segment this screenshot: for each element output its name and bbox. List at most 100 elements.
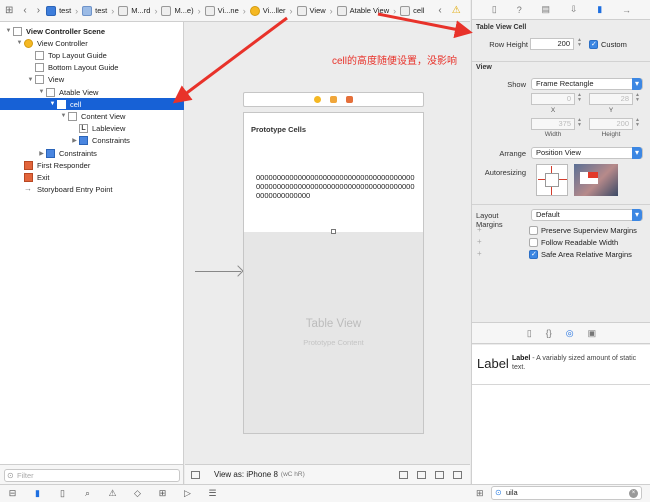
outline-row[interactable]: First Responder (0, 159, 184, 171)
disclosure-triangle-icon[interactable]: ▼ (15, 40, 24, 46)
safe-area-relative-margins-checkbox[interactable] (529, 250, 538, 259)
outline-row[interactable]: L Lableview (0, 123, 184, 135)
outline-row[interactable]: ▼ View Controller Scene (0, 25, 184, 37)
x-stepper[interactable]: ▲ ▼ (576, 93, 583, 105)
align-icon[interactable] (417, 470, 426, 479)
custom-checkbox[interactable] (589, 40, 598, 49)
disclosure-triangle-icon[interactable]: ▶ (70, 137, 79, 144)
outline-arrow-icon: → (24, 184, 32, 194)
disclosure-triangle-icon[interactable]: ▶ (37, 150, 46, 157)
disclosure-triangle-icon[interactable]: ▼ (37, 89, 46, 95)
prev-issue-icon[interactable]: ‹ (433, 5, 446, 16)
height-stepper[interactable]: ▲ ▼ (634, 118, 641, 130)
resolve-issues-icon[interactable] (453, 470, 462, 479)
layout-margins-select[interactable]: Default (531, 209, 643, 221)
symbol-navigator-icon[interactable]: ▯ (50, 488, 75, 499)
media-library-icon[interactable]: ▣ (588, 328, 597, 339)
crumb-cell[interactable]: cell (399, 5, 425, 16)
outline-row[interactable]: Exit (0, 171, 184, 183)
cell-label-text[interactable]: 0000000000000000000000000000000000000000… (256, 173, 418, 200)
arrange-select[interactable]: Position View (531, 147, 643, 159)
attributes-inspector-icon[interactable]: ⇩ (570, 4, 578, 15)
next-issue-icon[interactable]: › (466, 5, 470, 16)
disclosure-triangle-icon[interactable]: ▼ (48, 101, 57, 107)
outline-row[interactable]: Top Layout Guide (0, 49, 184, 61)
find-navigator-icon[interactable]: ⌕ (75, 488, 100, 499)
identity-inspector-icon[interactable]: ▤ (542, 4, 551, 15)
view-controller-scene[interactable]: Prototype Cells 000000000000000000000000… (243, 112, 424, 434)
crumb-scene[interactable]: Vi...ne (204, 5, 240, 16)
storyboard-entry-arrow[interactable] (195, 271, 241, 272)
plus-icon[interactable]: + (477, 225, 482, 234)
width-stepper[interactable]: ▲ ▼ (576, 118, 583, 130)
view-controller-icon[interactable] (314, 96, 321, 103)
autoresizing-mask-control[interactable] (536, 164, 568, 196)
disclosure-triangle-icon[interactable]: ▼ (4, 28, 13, 34)
code-snippet-icon[interactable]: {} (546, 328, 552, 338)
breakpoint-navigator-icon[interactable]: ▷ (175, 488, 200, 499)
first-responder-icon[interactable] (330, 96, 337, 103)
y-stepper[interactable]: ▲ ▼ (634, 93, 641, 105)
outline-row[interactable]: ▼ cell (0, 98, 184, 111)
y-field[interactable]: 28 (589, 93, 633, 105)
follow-readable-width-checkbox[interactable] (529, 238, 538, 247)
outline-row[interactable]: ▼ View (0, 74, 184, 86)
crumb-project[interactable]: test (45, 5, 72, 16)
outline-row[interactable]: ▶ Constraints (0, 147, 184, 159)
crumb-storyboard[interactable]: M...rd (117, 5, 151, 16)
back-icon[interactable]: ‹ (18, 5, 31, 16)
sidebar-toggle-icon[interactable] (191, 470, 200, 479)
disclosure-triangle-icon[interactable]: ▼ (26, 77, 35, 83)
plus-icon[interactable]: + (477, 237, 482, 246)
outline-row[interactable]: ▶ Constraints (0, 135, 184, 147)
connections-inspector-icon[interactable]: → (622, 5, 631, 15)
crumb-folder[interactable]: test (81, 5, 108, 16)
show-select[interactable]: Frame Rectangle (531, 78, 643, 90)
crumb-table-view[interactable]: Atable View (336, 5, 390, 16)
inspector-tabs: ▯ ? ▤ ⇩ ▮ → (472, 0, 650, 20)
file-inspector-icon[interactable]: ▯ (492, 4, 497, 15)
filter-input[interactable]: Filter (4, 469, 180, 482)
jump-bar: ⊞ ‹ › test › test › M...rd › M...e) › Vi...n… (0, 0, 470, 22)
width-field[interactable]: 375 (531, 118, 575, 130)
row-height-stepper[interactable]: ▲ ▼ (576, 38, 583, 50)
clear-search-icon[interactable]: × (629, 489, 638, 498)
size-inspector-icon[interactable]: ▮ (597, 4, 602, 15)
pin-icon[interactable] (435, 470, 444, 479)
library-grid-icon[interactable]: ⊞ (476, 488, 484, 499)
source-control-icon[interactable]: ▮ (25, 488, 50, 499)
forward-icon[interactable]: › (32, 5, 45, 16)
update-frames-icon[interactable] (399, 470, 408, 479)
grid-icon[interactable]: ⊞ (0, 5, 18, 16)
view-as-label[interactable]: View as: iPhone 8 (214, 470, 278, 479)
exit-icon[interactable] (346, 96, 353, 103)
outline-row[interactable]: ▼ Content View (0, 110, 184, 122)
outline-row[interactable]: ▼ View Controller (0, 37, 184, 49)
file-template-icon[interactable]: ▯ (527, 328, 532, 339)
test-navigator-icon[interactable]: ◇ (125, 488, 150, 499)
issue-navigator-icon[interactable]: ⚠ (100, 488, 125, 499)
report-navigator-icon[interactable]: ☰ (200, 488, 225, 499)
row-height-field[interactable]: 200 (530, 38, 574, 50)
warning-icon[interactable]: ⚠ (447, 5, 466, 16)
quick-help-icon[interactable]: ? (517, 5, 522, 15)
crumb-storyboard-base[interactable]: M...e) (160, 5, 194, 16)
outline-row[interactable]: Bottom Layout Guide (0, 62, 184, 74)
preserve-superview-margins-checkbox[interactable] (529, 226, 538, 235)
table-view-area[interactable]: Table View Prototype Content (244, 232, 423, 433)
height-field[interactable]: 200 (589, 118, 633, 130)
x-field[interactable]: 0 (531, 93, 575, 105)
outline-row[interactable]: ▼ Atable View (0, 86, 184, 98)
crumb-view[interactable]: View (296, 5, 327, 16)
outline-row[interactable]: → Storyboard Entry Point (0, 184, 184, 196)
table-view-subtitle: Prototype Content (303, 338, 364, 347)
debug-navigator-icon[interactable]: ⊞ (150, 488, 175, 499)
library-item-label[interactable]: Label Label - A variably sized amount of… (472, 345, 650, 385)
project-navigator-icon[interactable]: ⊟ (0, 488, 25, 499)
library-search-input[interactable]: uila × (491, 486, 642, 500)
cell-resize-handle[interactable] (331, 229, 336, 234)
disclosure-triangle-icon[interactable]: ▼ (59, 113, 68, 119)
object-library-icon[interactable]: ◎ (566, 328, 574, 339)
crumb-view-controller[interactable]: Vi...ller (249, 5, 287, 16)
plus-icon[interactable]: + (477, 249, 482, 258)
